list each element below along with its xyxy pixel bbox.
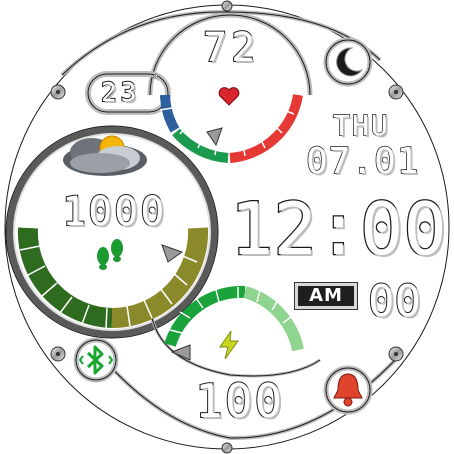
footsteps-icon — [97, 239, 123, 270]
steps-value: 1000 — [61, 189, 167, 235]
ampm-indicator: AM — [294, 282, 358, 310]
partly-cloudy-icon[interactable] — [60, 130, 150, 180]
time-display: 12:00 — [229, 187, 448, 271]
bell-icon[interactable] — [326, 370, 370, 410]
date-value: 07.01 — [305, 141, 420, 182]
temperature-unit: ° — [151, 73, 160, 87]
lightning-bolt-icon — [219, 330, 239, 360]
steps-gauge-pointer — [161, 244, 184, 263]
watch-face: 72 23 ° 1000 THU 07.01 12:00 AM 00 100 — [0, 0, 454, 454]
heart-icon — [218, 87, 240, 106]
bluetooth-icon[interactable] — [76, 340, 116, 380]
temperature-value: 23 — [100, 78, 141, 108]
seconds-value: 00 — [367, 276, 422, 327]
heart-rate-value: 72 — [202, 25, 260, 71]
day-of-week: THU — [332, 109, 390, 142]
battery-value: 100 — [194, 374, 285, 428]
moon-icon[interactable] — [326, 44, 370, 80]
heart-gauge-pointer — [206, 127, 223, 147]
